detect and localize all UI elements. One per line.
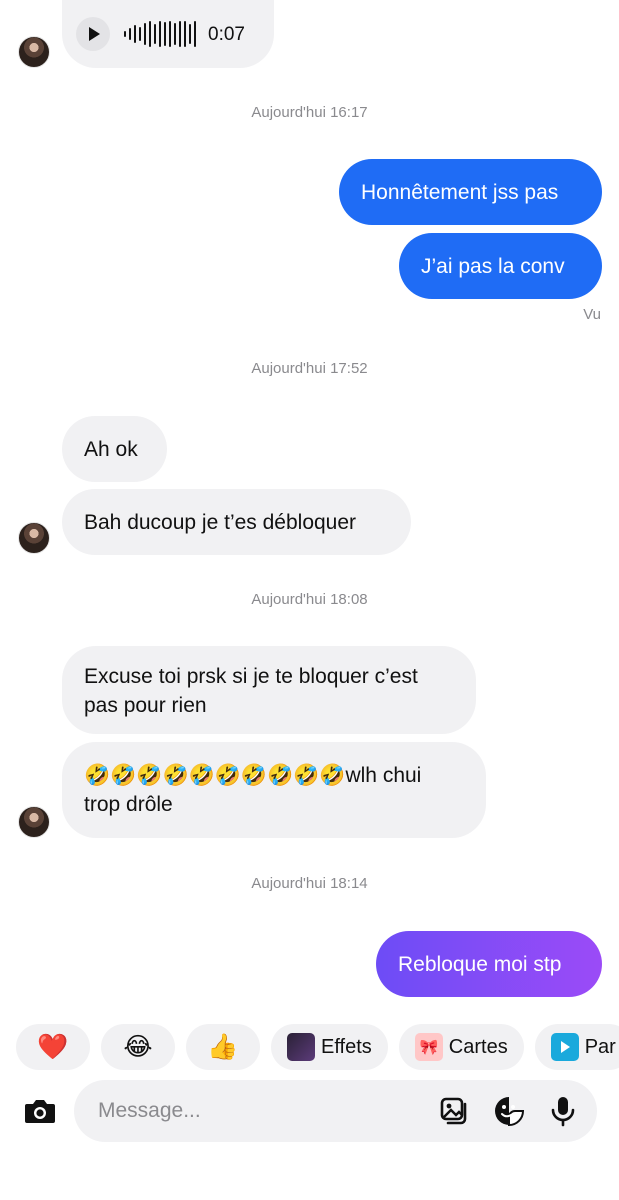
- message-text-line: pas pour rien: [84, 694, 207, 717]
- message-input[interactable]: [98, 1080, 428, 1142]
- laughing-emoji-icon: 😂: [123, 1033, 153, 1061]
- message-text-line: trop drôle: [84, 793, 173, 816]
- play-square-icon: [550, 1033, 579, 1061]
- cartes-button[interactable]: 🎀 Cartes: [398, 1024, 524, 1070]
- message-text-line: Excuse toi prsk si je te bloquer c’est: [84, 665, 418, 688]
- mic-icon[interactable]: [547, 1095, 579, 1127]
- incoming-message[interactable]: Excuse toi prsk si je te bloquer c’est p…: [62, 646, 476, 734]
- message-input-container[interactable]: [74, 1080, 597, 1142]
- outgoing-message[interactable]: J’ai pas la conv: [399, 233, 602, 299]
- play-icon: [89, 27, 100, 41]
- waveform: [124, 19, 196, 49]
- outgoing-message[interactable]: Rebloque moi stp: [376, 931, 602, 997]
- voice-message[interactable]: 0:07: [62, 0, 274, 68]
- cartes-label: Cartes: [448, 1035, 508, 1058]
- effets-button[interactable]: Effets: [271, 1024, 388, 1070]
- heart-reaction-button[interactable]: ❤️: [16, 1024, 90, 1070]
- effets-thumbnail-icon: [287, 1033, 315, 1061]
- message-text: Honnêtement jss pas: [361, 180, 559, 204]
- contact-avatar[interactable]: [18, 36, 50, 68]
- voice-duration: 0:07: [208, 23, 245, 45]
- gallery-icon[interactable]: [439, 1095, 471, 1127]
- gift-card-icon: 🎀: [414, 1033, 443, 1061]
- timestamp: Aujourd'hui 17:52: [251, 360, 368, 377]
- thumbs-up-reaction-button[interactable]: 👍: [186, 1024, 260, 1070]
- play-button[interactable]: [76, 17, 110, 51]
- effets-label: Effets: [321, 1035, 372, 1058]
- timestamp: Aujourd'hui 18:08: [251, 591, 368, 608]
- contact-avatar[interactable]: [18, 806, 50, 838]
- sticker-icon[interactable]: [493, 1095, 525, 1127]
- heart-icon: ❤️: [37, 1032, 69, 1061]
- incoming-message[interactable]: Bah ducoup je t’es débloquer: [62, 489, 411, 555]
- par-button[interactable]: Par: [534, 1024, 619, 1070]
- message-text: J’ai pas la conv: [421, 254, 565, 278]
- outgoing-message[interactable]: Honnêtement jss pas: [339, 159, 602, 225]
- message-text: Bah ducoup je t’es débloquer: [84, 510, 357, 534]
- timestamp: Aujourd'hui 18:14: [251, 875, 368, 892]
- thumbs-up-icon: 👍: [207, 1032, 239, 1061]
- incoming-message[interactable]: Ah ok: [62, 416, 167, 482]
- contact-avatar[interactable]: [18, 522, 50, 554]
- laugh-reaction-button[interactable]: 😂: [101, 1024, 175, 1070]
- quick-reactions-bar[interactable]: ❤️ 😂 👍 Effets 🎀 Cartes Par: [16, 1024, 619, 1070]
- message-text: Ah ok: [84, 437, 138, 461]
- camera-icon[interactable]: [22, 1093, 58, 1129]
- par-label: Par: [584, 1035, 616, 1058]
- message-text: Rebloque moi stp: [398, 952, 562, 976]
- message-thread[interactable]: 0:07 Aujourd'hui 16:17 Honnêtement jss p…: [0, 0, 619, 1010]
- seen-status: Vu: [583, 306, 601, 323]
- message-composer: [0, 1080, 619, 1144]
- incoming-message[interactable]: 🤣🤣🤣🤣🤣🤣🤣🤣🤣🤣wlh chui trop drôle: [62, 742, 486, 838]
- message-text-line: 🤣🤣🤣🤣🤣🤣🤣🤣🤣🤣wlh chui: [84, 764, 422, 787]
- timestamp: Aujourd'hui 16:17: [251, 104, 368, 121]
